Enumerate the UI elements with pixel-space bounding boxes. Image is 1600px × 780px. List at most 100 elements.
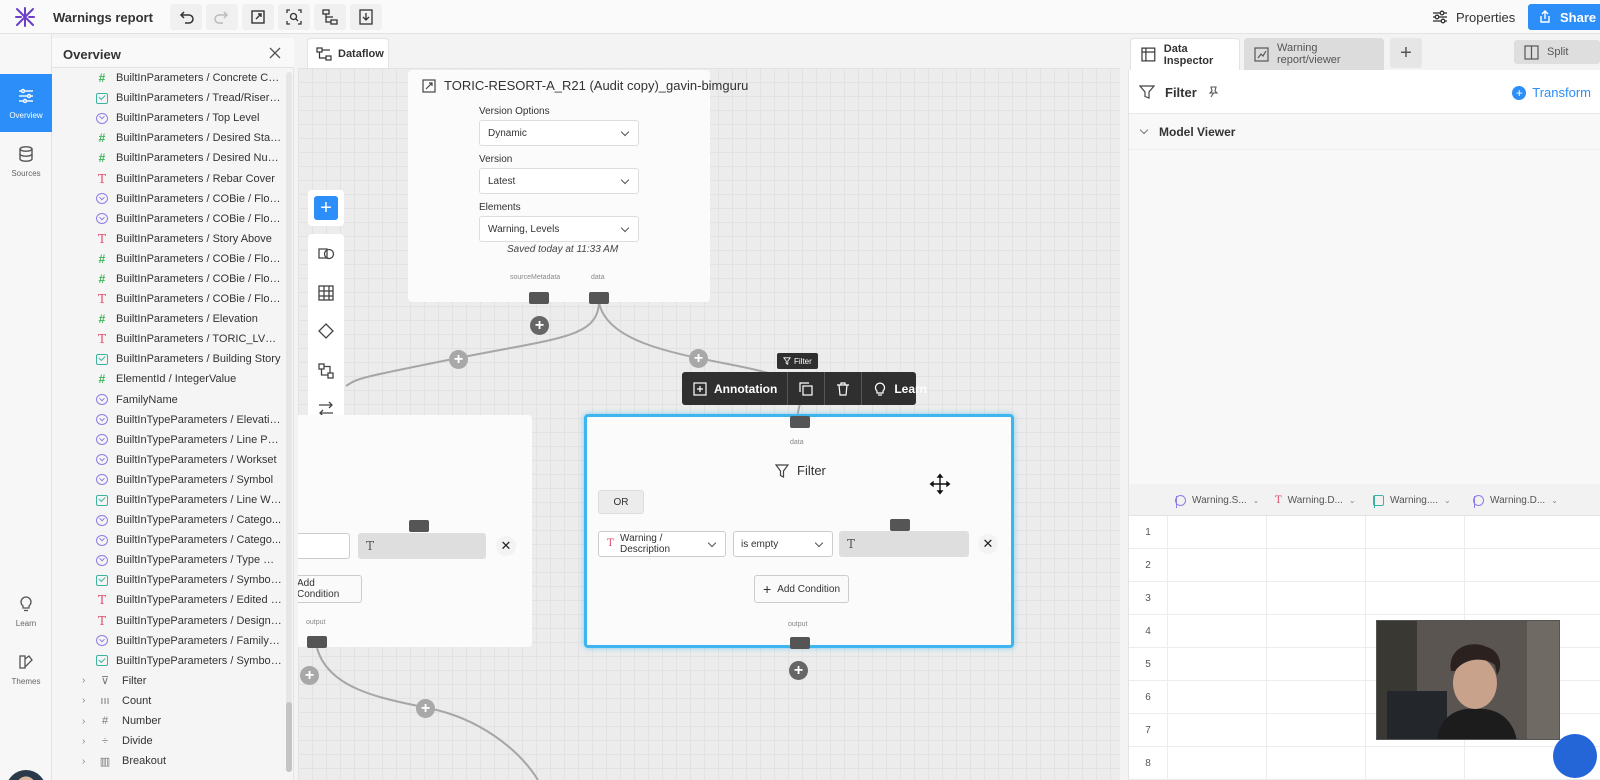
sort-caret-icon[interactable]: ⌄ <box>1444 496 1451 505</box>
left-value-input[interactable]: T <box>358 533 486 559</box>
share-button[interactable]: Share <box>1528 4 1600 30</box>
overview-field-item[interactable]: # BuiltInParameters / Desired Stair H... <box>52 128 288 148</box>
rail-item-sources[interactable]: Sources <box>0 132 52 190</box>
chevron-right-icon[interactable]: › <box>82 736 92 747</box>
table-icon[interactable] <box>317 284 335 302</box>
tab-data-inspector[interactable]: Data Inspector <box>1130 38 1240 70</box>
left-output-port[interactable] <box>307 636 327 648</box>
chevron-right-icon[interactable]: › <box>82 716 92 727</box>
chat-support-button[interactable] <box>1553 734 1597 778</box>
rail-item-overview[interactable]: Overview <box>0 74 52 132</box>
version-select[interactable]: Latest <box>479 168 639 194</box>
wire-add-button[interactable]: + <box>449 350 468 369</box>
grid-column-header[interactable]: Warning.... ⌄ <box>1373 484 1451 516</box>
overview-field-item[interactable]: BuiltInParameters / Top Level <box>52 108 288 128</box>
add-node-button[interactable]: + <box>308 190 344 226</box>
grid-column-header[interactable]: Warning.S... ⌄ <box>1175 484 1259 516</box>
add-after-filter-button[interactable]: + <box>789 661 808 680</box>
output-port-source-metadata[interactable] <box>529 292 549 304</box>
rail-item-learn[interactable]: Learn <box>0 582 52 640</box>
input-port-data[interactable] <box>790 416 810 428</box>
delete-button[interactable] <box>825 372 863 405</box>
condition-value-input[interactable]: T <box>839 531 969 557</box>
overview-field-item[interactable]: BuiltInTypeParameters / Type Name <box>52 550 288 570</box>
grid-column-header[interactable]: T Warning.D... ⌄ <box>1275 484 1356 516</box>
overview-field-item[interactable]: # BuiltInParameters / COBie / Floor /... <box>52 269 288 289</box>
overview-field-item[interactable]: BuiltInParameters / Building Story <box>52 349 288 369</box>
overview-field-item[interactable]: BuiltInTypeParameters / Catego... <box>52 530 288 550</box>
remove-condition-button[interactable]: ✕ <box>496 536 516 556</box>
input-port-left[interactable] <box>409 520 429 532</box>
shapes-icon[interactable] <box>317 244 335 262</box>
overview-field-item[interactable]: T BuiltInParameters / COBie / Floor ... <box>52 289 288 309</box>
value-port[interactable] <box>890 519 910 531</box>
app-logo-icon[interactable] <box>14 6 36 28</box>
condition-operator-select[interactable]: is empty <box>733 531 833 557</box>
overview-field-item[interactable]: # ElementId / IntegerValue <box>52 369 288 389</box>
overview-field-item[interactable]: BuiltInTypeParameters / Line Weig... <box>52 490 288 510</box>
overview-node-item[interactable]: › ▥ Breakout <box>52 751 288 771</box>
sort-caret-icon[interactable]: ⌄ <box>1349 496 1356 505</box>
sort-caret-icon[interactable]: ⌄ <box>1253 496 1260 505</box>
output-port[interactable] <box>790 637 810 649</box>
filter-node-left[interactable]: T ✕ Add Condition output <box>298 415 532 648</box>
properties-button[interactable]: Properties <box>1432 6 1515 28</box>
overview-field-item[interactable]: BuiltInParameters / COBie / Floor /... <box>52 189 288 209</box>
overview-node-item[interactable]: › ⊽ Filter <box>52 671 288 691</box>
download-button[interactable] <box>350 4 382 30</box>
model-viewer-section[interactable]: Model Viewer <box>1129 114 1600 150</box>
overview-field-item[interactable]: FamilyName <box>52 390 288 410</box>
sort-caret-icon[interactable]: ⌄ <box>1551 496 1558 505</box>
overview-field-item[interactable]: T BuiltInParameters / TORIC_LVL_N... <box>52 329 288 349</box>
output-port-data[interactable] <box>589 292 609 304</box>
add-condition-button[interactable]: + Add Condition <box>754 575 850 603</box>
overview-field-item[interactable]: T BuiltInTypeParameters / Edited by <box>52 590 288 610</box>
overview-node-item[interactable]: › # Number <box>52 711 288 731</box>
version-options-select[interactable]: Dynamic <box>479 120 639 146</box>
duplicate-button[interactable] <box>788 372 826 405</box>
left-field-select[interactable] <box>298 533 350 559</box>
tab-warning-report-viewer[interactable]: Warning report/viewer <box>1244 38 1384 70</box>
filter-node-selected[interactable]: data Filter OR T Warning / Description i… <box>584 414 1014 649</box>
transform-icon[interactable] <box>317 362 335 380</box>
chevron-right-icon[interactable]: › <box>82 695 92 706</box>
annotation-button[interactable]: Annotation <box>682 372 789 405</box>
dataflow-canvas[interactable]: + TORIC-RESORT-A_R21 (Audit copy)_gavin-… <box>298 68 1120 780</box>
user-avatar[interactable] <box>6 770 46 780</box>
tab-dataflow[interactable]: Dataflow <box>307 38 389 68</box>
overview-field-item[interactable]: # BuiltInParameters / COBie / Floor /... <box>52 249 288 269</box>
redo-button[interactable] <box>206 4 238 30</box>
rail-item-themes[interactable]: Themes <box>0 640 52 698</box>
add-after-source-button[interactable]: + <box>530 316 549 335</box>
overview-field-item[interactable]: BuiltInTypeParameters / Symbol at ... <box>52 570 288 590</box>
overview-field-item[interactable]: BuiltInTypeParameters / Symbol at ... <box>52 651 288 671</box>
overview-scrollbar[interactable] <box>286 72 292 772</box>
remove-condition-button[interactable]: ✕ <box>978 534 998 554</box>
overview-field-item[interactable]: BuiltInParameters / COBie / Floor /... <box>52 209 288 229</box>
grid-column-header[interactable]: Warning.D... ⌄ <box>1473 484 1558 516</box>
split-button[interactable]: Split <box>1514 40 1600 64</box>
learn-button[interactable]: Learn <box>862 372 937 405</box>
overview-field-item[interactable]: BuiltInTypeParameters / Workset <box>52 450 288 470</box>
zoom-fit-button[interactable] <box>278 4 310 30</box>
close-icon[interactable] <box>268 46 282 60</box>
overview-field-item[interactable]: BuiltInParameters / Tread/Riser St... <box>52 88 288 108</box>
overview-node-item[interactable]: › ııı Count <box>52 691 288 711</box>
chevron-right-icon[interactable]: › <box>82 675 92 686</box>
diamond-icon[interactable] <box>317 322 335 340</box>
wire-add-button-2[interactable]: + <box>689 349 708 368</box>
wire-add-button-3[interactable]: + <box>300 666 319 685</box>
open-external-button[interactable] <box>242 4 274 30</box>
overview-field-item[interactable]: # BuiltInParameters / Concrete Canti... <box>52 68 288 88</box>
elements-select[interactable]: Warning, Levels <box>479 216 639 242</box>
overview-field-item[interactable]: T BuiltInParameters / Story Above <box>52 229 288 249</box>
overview-field-item[interactable]: T BuiltInTypeParameters / Design Op... <box>52 611 288 631</box>
overview-field-item[interactable]: # BuiltInParameters / Desired Number... <box>52 148 288 168</box>
condition-field-select[interactable]: T Warning / Description <box>598 531 726 557</box>
pin-icon[interactable] <box>1207 86 1219 98</box>
add-tab-button[interactable]: + <box>1390 38 1422 68</box>
model-viewer-area[interactable] <box>1129 150 1600 484</box>
logic-or-button[interactable]: OR <box>598 490 644 514</box>
overview-field-item[interactable]: T BuiltInParameters / Rebar Cover <box>52 168 288 188</box>
overview-field-item[interactable]: BuiltInTypeParameters / Family N... <box>52 631 288 651</box>
